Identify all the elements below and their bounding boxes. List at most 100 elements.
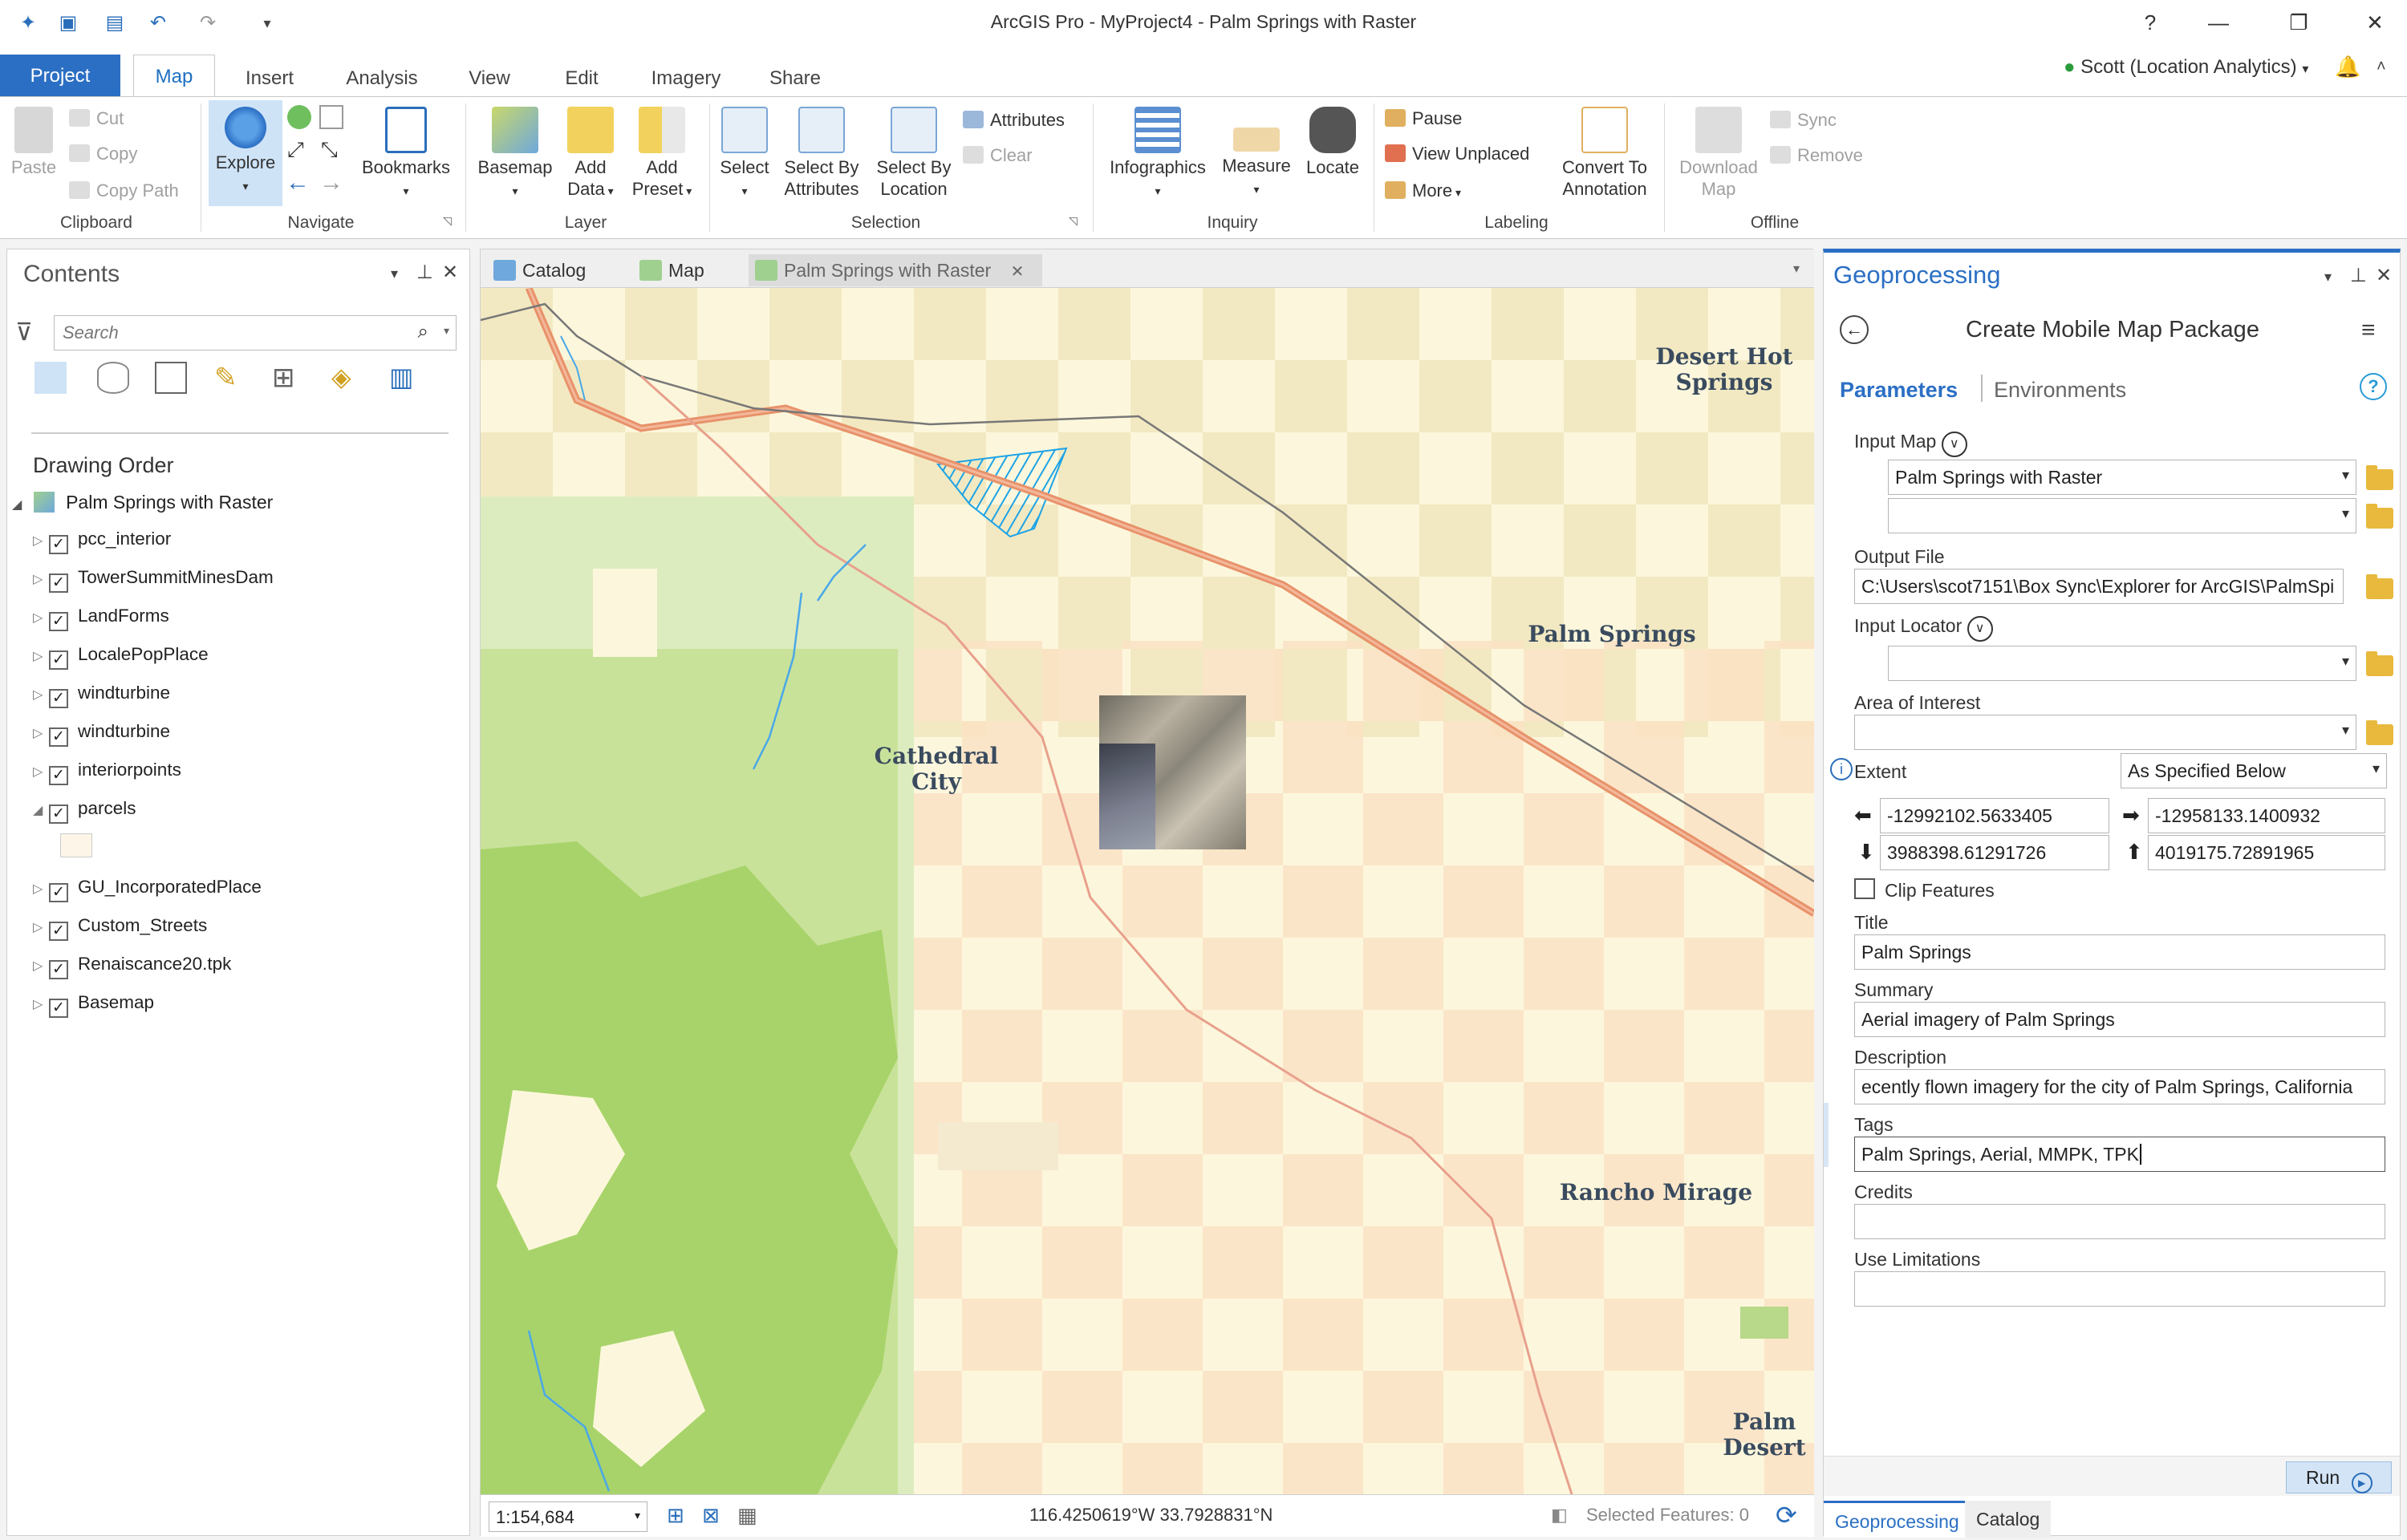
pane-options-icon[interactable]: ▾ (2324, 269, 2332, 286)
list-by-snapping-icon[interactable]: ⊞ (272, 362, 304, 394)
menu-icon[interactable]: ≡ (2361, 317, 2376, 344)
explore-button[interactable]: Explore ▾ (209, 100, 282, 206)
attributes-button[interactable]: Attributes (963, 108, 1065, 132)
help-icon[interactable]: ? (2360, 373, 2387, 400)
map-layer-root[interactable]: ◢ Palm Springs with Raster (12, 492, 273, 513)
zoom-in-fixed-icon[interactable]: ⤢ (287, 137, 304, 163)
tab-map[interactable]: Map (133, 55, 215, 99)
input-locator-select[interactable]: ▾ (1888, 646, 2356, 681)
extent-select[interactable]: As Specified Below ▾ (2121, 753, 2387, 788)
tab-view[interactable]: View (457, 59, 522, 98)
expand-triangle-icon[interactable]: ▷ (33, 571, 44, 587)
folder-icon[interactable] (2366, 504, 2393, 529)
search-input[interactable]: Search ⌕ ▾ (54, 315, 457, 351)
folder-icon[interactable] (2366, 465, 2393, 490)
minimize-button[interactable]: — (2194, 5, 2243, 40)
title-input[interactable]: Palm Springs (1854, 934, 2385, 970)
layer-item[interactable]: ▷ ✓ TowerSummitMinesDam (33, 567, 274, 593)
input-map-select[interactable]: Palm Springs with Raster ▾ (1888, 460, 2356, 495)
view-tab-map[interactable]: Map (633, 254, 753, 286)
expand-triangle-icon[interactable]: ▷ (33, 687, 44, 703)
run-button[interactable]: Run ▶ (2286, 1461, 2392, 1493)
clip-features-checkbox[interactable] (1854, 878, 1875, 899)
select-by-location-button[interactable]: Select By Location (870, 107, 958, 200)
layer-visibility-checkbox[interactable]: ✓ (49, 727, 68, 747)
layer-visibility-checkbox[interactable]: ✓ (49, 573, 68, 593)
restore-button[interactable]: ❐ (2275, 5, 2323, 40)
dialog-launcher-icon[interactable]: ◹ (1069, 214, 1078, 228)
list-by-charts-icon[interactable]: ▥ (389, 362, 421, 394)
layer-visibility-checkbox[interactable]: ✓ (49, 804, 68, 824)
view-unplaced-button[interactable]: View Unplaced (1385, 142, 1529, 166)
area-of-interest-select[interactable]: ▾ (1854, 715, 2356, 750)
symbol-swatch[interactable] (60, 833, 92, 857)
infographics-button[interactable]: Infographics ▾ (1102, 107, 1213, 202)
add-preset-button[interactable]: Add Preset ▾ (627, 107, 696, 202)
description-input[interactable]: ecently flown imagery for the city of Pa… (1854, 1069, 2385, 1104)
pin-icon[interactable]: ⊥ (416, 261, 433, 284)
tab-insert[interactable]: Insert (233, 59, 306, 98)
grid-icon[interactable]: ⊠ (702, 1503, 720, 1528)
filter-icon[interactable]: ⊽ (15, 318, 33, 346)
zoom-out-fixed-icon[interactable]: ⤡ (321, 137, 338, 163)
more-labeling-button[interactable]: More ▾ (1385, 179, 1461, 205)
copy-button[interactable]: Copy (69, 142, 137, 166)
expand-triangle-icon[interactable]: ▷ (33, 648, 44, 664)
expand-triangle-icon[interactable]: ▷ (33, 610, 44, 626)
close-tab-icon[interactable]: ✕ (1011, 263, 1025, 281)
extent-right-input[interactable]: -12958133.1400932 (2148, 798, 2385, 833)
layer-visibility-checkbox[interactable]: ✓ (49, 999, 68, 1018)
bottom-tab-geoprocessing[interactable]: Geoprocessing (1824, 1501, 1971, 1538)
tags-input[interactable]: Palm Springs, Aerial, MMPK, TPK (1854, 1137, 2385, 1172)
pause-labeling-button[interactable]: Pause (1385, 107, 1462, 131)
pane-options-icon[interactable]: ▾ (391, 265, 398, 282)
refresh-icon[interactable]: ⟳ (1776, 1500, 1797, 1530)
layer-item[interactable]: ▷ ✓ interiorpoints (33, 760, 181, 785)
list-by-labeling-icon[interactable]: ◈ (331, 362, 363, 394)
list-by-selection-icon[interactable] (155, 362, 187, 394)
extent-bottom-input[interactable]: 3988398.61291726 (1880, 835, 2109, 870)
tab-parameters[interactable]: Parameters (1840, 378, 1958, 403)
close-button[interactable]: ✕ (2351, 5, 2399, 40)
layer-item[interactable]: ▷ ✓ Custom_Streets (33, 915, 207, 941)
previous-extent-icon[interactable]: ← (286, 169, 310, 197)
layer-visibility-checkbox[interactable]: ✓ (49, 612, 68, 631)
convert-to-annotation-button[interactable]: Convert To Annotation (1549, 107, 1661, 200)
layer-item[interactable]: ▷ ✓ Renaiscance20.tpk (33, 954, 231, 979)
help-button[interactable]: ? (2126, 5, 2174, 40)
map-canvas[interactable]: Desert Hot Springs Palm Springs Cathedra… (481, 288, 1814, 1494)
locate-button[interactable]: Locate (1300, 107, 1366, 178)
snapping-icon[interactable]: ⊞ (667, 1503, 684, 1528)
folder-icon[interactable] (2366, 720, 2393, 745)
folder-icon[interactable] (2366, 574, 2393, 599)
table-toggle-icon[interactable]: ▦ (737, 1503, 757, 1528)
extent-left-input[interactable]: -12992102.5633405 (1880, 798, 2109, 833)
search-icon[interactable]: ⌕ (418, 321, 428, 343)
layer-visibility-checkbox[interactable]: ✓ (49, 883, 68, 902)
bottom-tab-catalog[interactable]: Catalog (1965, 1501, 2052, 1538)
layer-item[interactable]: ▷ ✓ Basemap (33, 992, 154, 1018)
list-by-drawing-order-icon[interactable] (35, 362, 67, 394)
layer-item[interactable]: ▷ ✓ GU_IncorporatedPlace (33, 877, 262, 902)
next-extent-icon[interactable]: → (319, 169, 343, 197)
tab-analysis[interactable]: Analysis (335, 59, 428, 98)
expand-triangle-icon[interactable]: ▷ (33, 764, 44, 780)
layer-item[interactable]: ▷ ✓ LandForms (33, 606, 169, 631)
clear-selection-button[interactable]: Clear (963, 144, 1033, 168)
tab-environments[interactable]: Environments (1994, 378, 2126, 403)
chevron-down-icon[interactable]: ▾ (444, 324, 449, 338)
user-account[interactable]: ● Scott (Location Analytics) ▾ (2064, 56, 2308, 79)
expand-triangle-icon[interactable]: ▷ (33, 958, 44, 974)
copy-path-button[interactable]: Copy Path (69, 179, 179, 203)
fixed-zoom-icon[interactable] (319, 105, 343, 129)
select-button[interactable]: Select ▾ (716, 107, 773, 202)
collapse-circle-icon[interactable]: ∨ (1967, 616, 1993, 642)
basemap-button[interactable]: Basemap ▾ (475, 107, 555, 202)
tab-list-icon[interactable]: ▾ (1793, 261, 1800, 277)
expand-triangle-icon[interactable]: ▷ (33, 996, 44, 1012)
collapse-triangle-icon[interactable]: ◢ (12, 498, 22, 512)
credits-input[interactable] (1854, 1204, 2385, 1239)
layer-item[interactable]: ▷ ✓ windturbine (33, 683, 170, 708)
view-tab-palm-springs[interactable]: Palm Springs with Raster ✕ (749, 254, 1042, 286)
collapse-triangle-icon[interactable]: ◢ (33, 802, 44, 818)
